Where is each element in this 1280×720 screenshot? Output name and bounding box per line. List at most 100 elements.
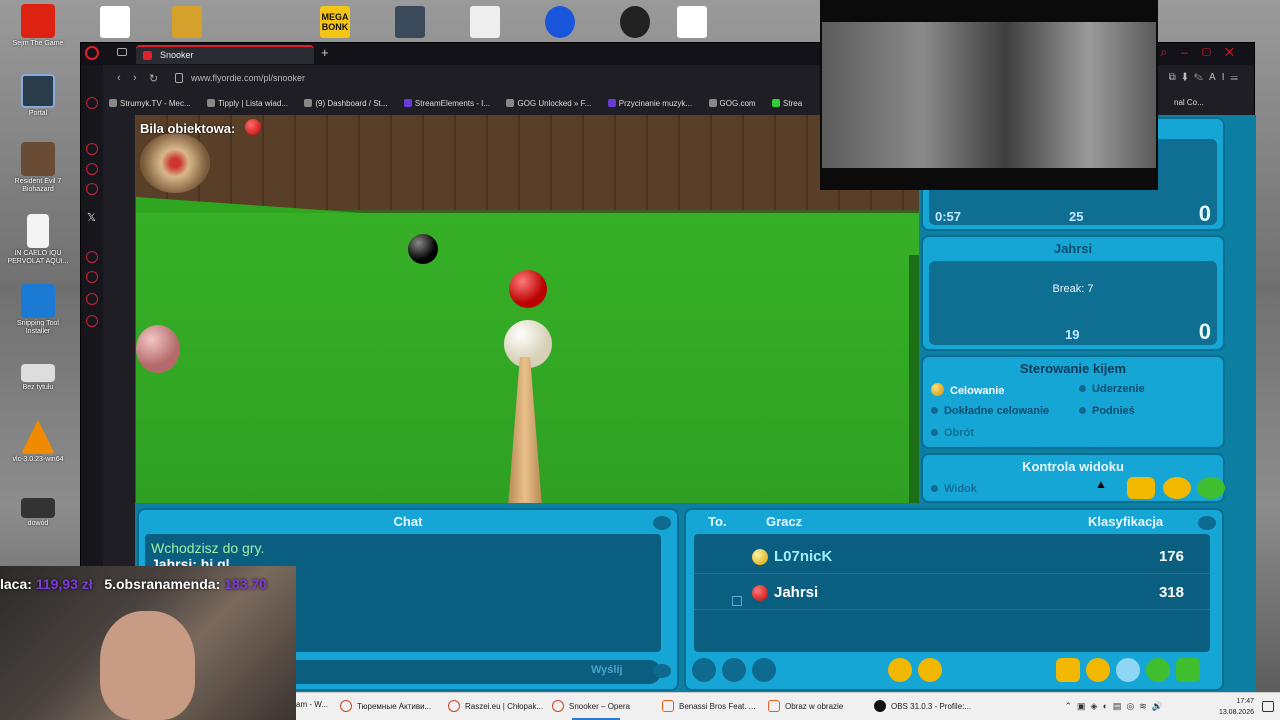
bookmark-item[interactable]: Przycinanie muzyk... [607, 94, 692, 108]
view-control-title: Kontrola widoku [1022, 459, 1124, 474]
zoom-view-button[interactable] [1127, 477, 1155, 499]
radio-icon [931, 407, 938, 414]
bookmark-icon [207, 99, 216, 107]
desktop-icon[interactable]: Snipping Tool Installer [6, 284, 70, 335]
url-field[interactable]: www.flyordie.com/pl/snooker [171, 70, 811, 88]
bookmark-icon [772, 99, 781, 107]
bookmark-icon [304, 99, 313, 107]
bookmark-item[interactable]: GOG Unlocked » F... [506, 94, 591, 108]
desktop-icon[interactable]: IN CAELO IQU PERVOLAT AQUI... [6, 214, 70, 265]
option-dokladne-celowanie[interactable]: Dokładne celowanie [931, 405, 1049, 417]
tab-list-icon[interactable] [117, 48, 127, 56]
info-disabled-icon [752, 658, 776, 682]
window-controls[interactable]: ⌕–▢✕ [1160, 45, 1248, 60]
table-row[interactable]: L07nicK 176 [694, 540, 1210, 574]
lock-icon [175, 73, 183, 83]
picture-in-picture-video[interactable] [820, 0, 1158, 190]
view-option[interactable]: Widok [931, 483, 977, 495]
file-icon[interactable] [470, 6, 500, 38]
sidebar-messenger-icon[interactable] [86, 143, 98, 155]
taskbar-item[interactable]: Benassi Bros Feat. ... [662, 700, 755, 712]
taskbar-item[interactable]: Snooker – Opera [552, 700, 630, 720]
desktop-icon[interactable]: dowód [6, 498, 70, 528]
break-text: Break: 7 [1052, 283, 1094, 295]
sidebar-instagram-icon[interactable] [86, 163, 98, 175]
tilt-view-button[interactable] [1197, 477, 1225, 499]
video-frame [822, 22, 1156, 168]
sidebar-extensions-icon[interactable] [86, 293, 98, 305]
sidebar-music-icon[interactable] [86, 183, 98, 195]
taskbar-item[interactable]: Тюремные Активи... [340, 700, 431, 712]
ea-icon[interactable] [545, 6, 575, 38]
option-podnies[interactable]: Podnieś [1079, 405, 1135, 417]
snooker-table-view[interactable]: Bila obiektowa: [135, 115, 919, 503]
bookmark-item[interactable]: Strea [772, 94, 802, 108]
reload-icon[interactable]: ↻ [149, 72, 158, 85]
desktop-icon[interactable]: Sejm The Game [6, 4, 70, 48]
sidebar-home-icon[interactable] [86, 97, 98, 109]
tab-snooker[interactable]: Snooker [136, 45, 314, 64]
donor-amount: 119,93 zł [35, 576, 93, 592]
yellow-ball-icon [752, 549, 768, 565]
ranking-panel: To. Gracz Klasyfikacja L07nicK 176 Jahrs… [684, 508, 1224, 691]
player2-name: Jahrsi [1053, 241, 1093, 256]
bookmark-item[interactable]: nal Co... [1174, 93, 1204, 107]
donation-ticker: laca: 119,93 zł 5.obsranamenda: 183.70 [0, 576, 296, 596]
toolbar-icons[interactable]: ⧉⬇✎AI☰ [1169, 72, 1244, 83]
clock[interactable]: 17:47 13.08.2026 [1219, 696, 1254, 718]
file-icon[interactable] [100, 6, 130, 38]
sidebar-settings-icon[interactable] [86, 315, 98, 327]
forward-icon[interactable]: › [133, 72, 137, 84]
bookmark-item[interactable]: GOG.com [708, 94, 756, 108]
dartboard-decoration [140, 133, 210, 193]
bookmark-item[interactable]: StreamElements - I... [403, 94, 490, 108]
mega-bonk-icon[interactable]: MEGA BONK [320, 6, 350, 38]
table-row[interactable]: Jahrsi 318 [694, 576, 1210, 610]
exit-icon[interactable] [1176, 658, 1200, 682]
document-icon [27, 214, 49, 248]
pink-ball [136, 325, 180, 373]
desktop-icon[interactable]: Resident Evil 7 Biohazard [6, 142, 70, 193]
desktop-icon[interactable]: vlc-3.0.23-win64 [6, 420, 70, 464]
chat-bubble-icon[interactable] [1116, 658, 1140, 682]
opera-icon [340, 700, 352, 712]
gift-icon[interactable] [1056, 658, 1080, 682]
game-icon[interactable] [395, 6, 425, 38]
taskbar-item[interactable]: Obraz w obrazie [768, 700, 843, 712]
send-button[interactable]: Wyślij [591, 664, 623, 676]
player-name: Jahrsi [774, 584, 819, 601]
bookmark-item[interactable]: Tipply | Lista wiad... [207, 94, 288, 108]
new-tab-button[interactable]: + [321, 45, 329, 60]
sidebar-history-icon[interactable] [86, 271, 98, 283]
sound-icon[interactable] [918, 658, 942, 682]
system-tray-icons[interactable]: ⌃▣◈◐▤◎≋🔊 [1064, 701, 1168, 712]
car-mechanic-icon[interactable] [172, 6, 202, 38]
gear-icon[interactable] [888, 658, 912, 682]
desktop-icon[interactable]: Bez tytułu [6, 364, 70, 392]
bookmark-item[interactable]: Strumyk.TV - Mec... [109, 94, 191, 108]
back-icon[interactable]: ‹ [117, 72, 121, 84]
chevron-up-icon[interactable] [1198, 516, 1216, 530]
chevron-down-icon[interactable] [653, 664, 671, 678]
resident-evil-icon [21, 142, 55, 176]
taskbar-item[interactable]: am - W... [296, 700, 328, 709]
sidebar-player-icon[interactable] [86, 251, 98, 263]
notification-icon[interactable] [1262, 701, 1274, 712]
sidebar-x-icon[interactable]: 𝕏 [87, 211, 96, 224]
obs-icon[interactable] [620, 6, 650, 38]
desktop-icon[interactable]: Portal [6, 74, 70, 118]
donor-label: 5.obsranamenda: [104, 576, 221, 592]
trophy-icon[interactable] [1086, 658, 1110, 682]
option-obrot[interactable]: Obrót [931, 427, 974, 439]
file-icon[interactable] [677, 6, 707, 38]
help-icon[interactable] [1146, 658, 1170, 682]
taskbar-item[interactable]: Raszei.eu | Chłopak... [448, 700, 543, 712]
brave-icon [662, 700, 674, 712]
rotate-view-button[interactable] [1163, 477, 1191, 499]
bookmark-item[interactable]: (9) Dashboard / St... [304, 94, 387, 108]
opera-logo-icon[interactable] [85, 46, 99, 60]
option-celowanie[interactable]: Celowanie [931, 383, 1004, 397]
chevron-up-icon[interactable] [653, 516, 671, 530]
option-uderzenie[interactable]: Uderzenie [1079, 383, 1145, 395]
taskbar-item[interactable]: OBS 31.0.3 - Profile:... [874, 700, 971, 712]
